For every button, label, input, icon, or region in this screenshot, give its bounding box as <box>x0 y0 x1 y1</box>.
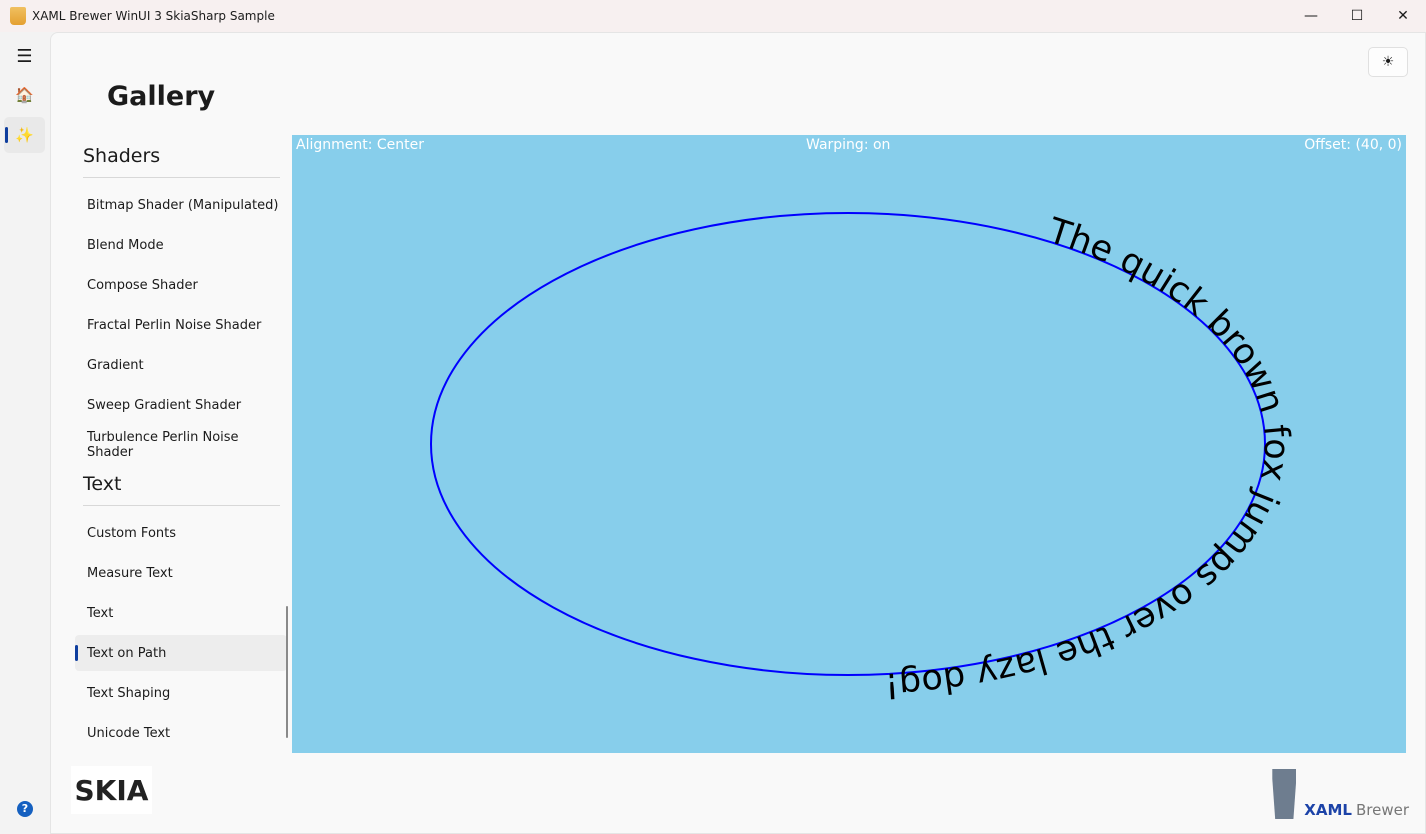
list-item[interactable]: Sweep Gradient Shader <box>75 387 287 423</box>
page-title: Gallery <box>107 81 216 112</box>
group-header: Text <box>83 473 122 495</box>
hamburger-menu-icon[interactable]: ☰ <box>4 38 45 74</box>
list-item[interactable]: Text on Path <box>75 635 287 671</box>
list-item[interactable]: Turbulence Perlin Noise Shader <box>75 427 287 463</box>
divider <box>83 177 280 178</box>
brand-light: Brewer <box>1355 801 1409 819</box>
nav-pane: ☰ 🏠 ✨ ? <box>0 32 50 834</box>
list-item[interactable]: Custom Fonts <box>75 515 287 551</box>
group-header: Shaders <box>83 145 161 167</box>
list-item[interactable]: Bitmap Shader (Manipulated) <box>75 187 287 223</box>
list-scrollbar[interactable] <box>286 606 288 738</box>
close-button[interactable]: ✕ <box>1380 0 1426 32</box>
title-bar: XAML Brewer WinUI 3 SkiaSharp Sample — ☐… <box>0 0 1426 32</box>
list-item[interactable]: Text Shaping <box>75 675 287 711</box>
window-title: XAML Brewer WinUI 3 SkiaSharp Sample <box>32 9 275 23</box>
beer-glass-icon <box>1272 769 1297 819</box>
list-item[interactable]: Text <box>75 595 287 631</box>
brand-bold: XAML <box>1304 801 1352 819</box>
skia-canvas: Alignment: Center Warping: on Offset: (4… <box>292 135 1406 753</box>
list-item[interactable]: Gradient <box>75 347 287 383</box>
theme-toggle-button[interactable]: ☀ <box>1368 47 1408 77</box>
list-item[interactable]: Fractal Perlin Noise Shader <box>75 307 287 343</box>
list-item[interactable]: Unicode Text <box>75 715 287 751</box>
skia-logo: SKIA <box>71 766 152 814</box>
list-item[interactable]: Compose Shader <box>75 267 287 303</box>
list-item[interactable]: Measure Text <box>75 555 287 591</box>
help-icon[interactable]: ? <box>17 801 33 817</box>
beer-app-icon <box>10 7 26 25</box>
main-content: ☀ Gallery Shaders Bitmap Shader (Manipula… <box>50 32 1426 834</box>
nav-gallery-sparkle-icon[interactable]: ✨ <box>4 117 45 153</box>
minimize-button[interactable]: — <box>1288 0 1334 32</box>
maximize-button[interactable]: ☐ <box>1334 0 1380 32</box>
nav-home-icon[interactable]: 🏠 <box>4 77 45 113</box>
divider <box>83 505 280 506</box>
xaml-brewer-logo: XAML Brewer <box>1272 769 1409 819</box>
text-on-path: The quick brown fox jumps over the lazy … <box>884 211 1297 705</box>
list-item[interactable]: Blend Mode <box>75 227 287 263</box>
